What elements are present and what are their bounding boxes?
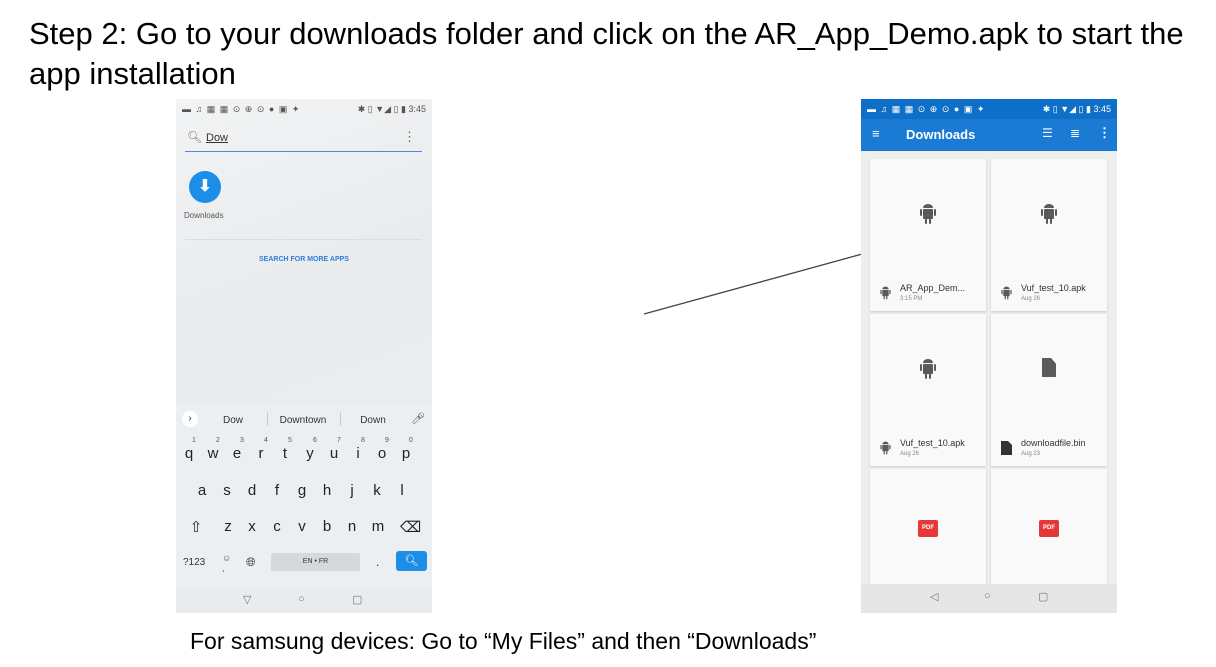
pdf-icon: PDF [918, 520, 938, 537]
file-thumbnail: PDF [870, 469, 986, 579]
file-name: AR_App_Dem... [900, 283, 966, 293]
file-thumbnail [991, 314, 1107, 424]
list-view-icon[interactable]: ☰ [1042, 126, 1053, 140]
android-icon [1001, 286, 1012, 300]
phone-screenshot-downloads: ▬ ♫ ▦ ▦ ⊙ ⊕ ⊙ ● ▣ ✦ ✱ ▯ ▼◢ ▯ ▮ 3:45 ≡ Do… [861, 99, 1117, 613]
file-tile[interactable]: PDF [870, 469, 986, 584]
status-time: 3:45 [1093, 103, 1111, 114]
file-tile[interactable]: downloadfile.bin Aug 23 [991, 314, 1107, 466]
system-status-icons: ✱ ▯ ▼◢ ▯ ▮ [1042, 103, 1091, 114]
file-icon [1001, 441, 1012, 455]
file-thumbnail [870, 159, 986, 269]
pdf-icon: PDF [1039, 520, 1059, 537]
status-bar: ▬ ♫ ▦ ▦ ⊙ ⊕ ⊙ ● ▣ ✦ ✱ ▯ ▼◢ ▯ ▮ 3:45 [861, 99, 1117, 119]
file-tile[interactable]: Vuf_test_10.apk Aug 26 [870, 314, 986, 466]
file-name: Vuf_test_10.apk [1021, 283, 1086, 293]
menu-icon[interactable]: ≡ [872, 126, 880, 141]
file-tile[interactable]: AR_App_Dem... 3:15 PM [870, 159, 986, 311]
back-icon[interactable]: ◁ [930, 590, 938, 603]
android-icon [920, 203, 936, 225]
file-date: Aug 26 [1021, 296, 1041, 302]
sort-icon[interactable]: ≣ [1070, 126, 1080, 140]
file-tile[interactable]: Vuf_test_10.apk Aug 26 [991, 159, 1107, 311]
android-icon [920, 358, 936, 380]
file-date: Aug 23 [1021, 451, 1041, 457]
file-name: downloadfile.bin [1021, 438, 1086, 448]
file-icon [1042, 358, 1056, 377]
notification-icons: ▬ ♫ ▦ ▦ ⊙ ⊕ ⊙ ● ▣ ✦ [867, 103, 986, 114]
system-nav-bar: ◁ ○ ▢ [861, 584, 1117, 613]
android-icon [1041, 203, 1057, 225]
home-icon[interactable]: ○ [984, 590, 991, 602]
file-tile[interactable]: PDF [991, 469, 1107, 584]
file-thumbnail [991, 159, 1107, 269]
android-icon [880, 441, 891, 455]
footer-note: For samsung devices: Go to “My Files” an… [190, 628, 817, 654]
android-icon [880, 286, 891, 300]
file-thumbnail [870, 314, 986, 424]
app-bar: ≡ Downloads ☰ ≣ ⋮ [861, 119, 1117, 151]
file-name: Vuf_test_10.apk [900, 438, 965, 448]
status-right: ✱ ▯ ▼◢ ▯ ▮ 3:45 [1043, 104, 1111, 115]
recents-icon[interactable]: ▢ [1038, 590, 1048, 603]
file-date: Aug 26 [900, 451, 920, 457]
file-date: 3:15 PM [900, 296, 923, 302]
page-title: Downloads [906, 127, 976, 142]
more-vert-icon[interactable]: ⋮ [1098, 125, 1111, 141]
file-thumbnail: PDF [991, 469, 1107, 579]
